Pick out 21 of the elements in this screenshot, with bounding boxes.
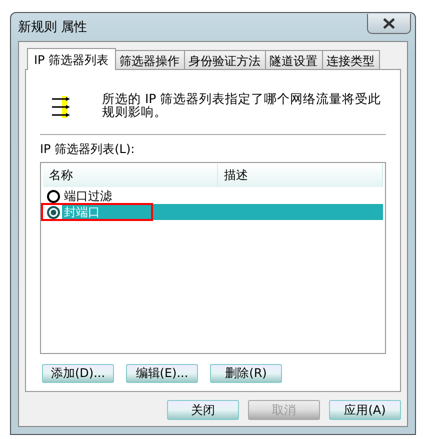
- list-button[interactable]: 删除(R): [210, 364, 282, 383]
- tab[interactable]: IP 筛选器列表: [27, 48, 116, 70]
- dialog-button[interactable]: 应用(A): [329, 400, 401, 420]
- tab[interactable]: 筛选器操作: [114, 50, 185, 69]
- tab[interactable]: 隧道设置: [264, 50, 323, 69]
- list-button[interactable]: 添加(D)...: [42, 364, 114, 383]
- tab[interactable]: 连接类型: [322, 50, 380, 69]
- description-text: 所选的 IP 筛选器列表指定了哪个网络流量将受此规则影响。: [102, 92, 382, 118]
- list-item[interactable]: 端口过滤: [62, 188, 114, 204]
- column-header[interactable]: 描述: [218, 164, 383, 187]
- tab[interactable]: 身份验证方法: [184, 50, 266, 69]
- radio-button[interactable]: [47, 206, 60, 218]
- list-button[interactable]: 编辑(E)...: [126, 364, 198, 383]
- close-button[interactable]: [367, 14, 411, 34]
- list-label: IP 筛选器列表(L):: [40, 141, 136, 158]
- column-header[interactable]: 名称: [43, 164, 218, 187]
- filter-list-icon: [50, 94, 72, 120]
- radio-button[interactable]: [47, 190, 60, 202]
- dialog-button[interactable]: 关闭: [167, 400, 239, 420]
- close-icon: [382, 18, 396, 29]
- window-title: 新规则 属性: [18, 19, 88, 36]
